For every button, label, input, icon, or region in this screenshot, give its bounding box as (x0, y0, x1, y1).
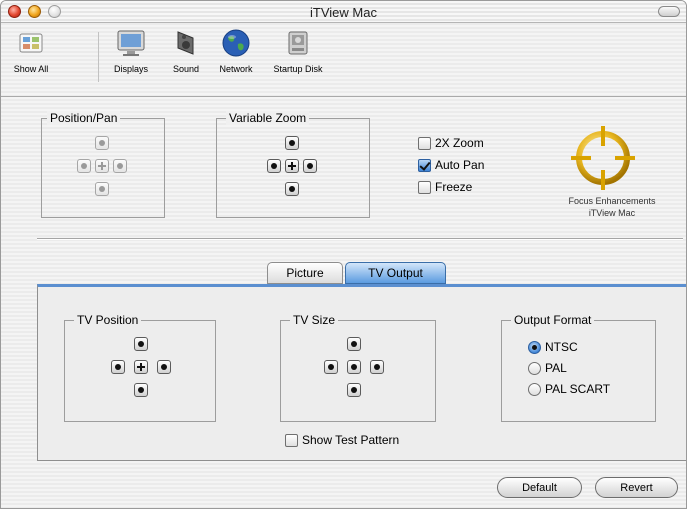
radio-label: PAL (545, 361, 567, 375)
zoom-left-button[interactable] (267, 159, 281, 173)
toolbar-item-startup-disk[interactable]: Startup Disk (263, 26, 333, 74)
radio-unselected (528, 361, 541, 375)
preferences-toolbar: Show All Displays Sound Network Startup … (1, 24, 686, 97)
tv-position-label: TV Position (74, 313, 142, 327)
2x-zoom-checkbox[interactable]: 2X Zoom (418, 136, 484, 150)
toolbar-item-displays[interactable]: Displays (105, 26, 157, 74)
variable-zoom-label: Variable Zoom (226, 111, 310, 125)
toolbar-item-network[interactable]: Network (212, 26, 260, 74)
title-bar: iTView Mac (1, 1, 686, 23)
tv-position-down-button[interactable] (134, 383, 148, 397)
preferences-window: iTView Mac Show All Displays Sound Netwo… (0, 0, 687, 509)
toolbar-label: Sound (172, 64, 200, 74)
tv-size-down-button[interactable] (347, 383, 361, 397)
ntsc-radio[interactable]: NTSC (528, 340, 578, 354)
tv-size-right-button[interactable] (370, 360, 384, 374)
zoom-center-button[interactable] (285, 159, 299, 173)
variable-zoom-group: Variable Zoom (216, 111, 370, 218)
revert-button[interactable]: Revert (595, 477, 678, 498)
pan-down-button[interactable] (95, 182, 109, 196)
hard-disk-icon (281, 26, 315, 60)
output-format-group: Output Format NTSC PAL PAL SCART (501, 313, 656, 422)
radio-selected (528, 340, 541, 354)
pan-right-button[interactable] (113, 159, 127, 173)
show-test-pattern-checkbox[interactable]: Show Test Pattern (285, 433, 399, 447)
pal-radio[interactable]: PAL (528, 361, 567, 375)
toolbar-item-sound[interactable]: Sound (164, 26, 208, 74)
zoom-down-button[interactable] (285, 182, 299, 196)
tv-position-center-button[interactable] (134, 360, 148, 374)
radio-unselected (528, 382, 541, 396)
position-pan-label: Position/Pan (47, 111, 121, 125)
focus-crosshair-logo (567, 122, 639, 194)
tv-size-left-button[interactable] (324, 360, 338, 374)
default-button[interactable]: Default (497, 477, 582, 498)
tv-size-group: TV Size (280, 313, 436, 422)
tv-position-left-button[interactable] (111, 360, 125, 374)
position-pan-group: Position/Pan (41, 111, 165, 218)
toolbar-separator (98, 32, 99, 82)
checkbox-label: Auto Pan (435, 158, 485, 172)
checkbox-label: Show Test Pattern (302, 433, 400, 447)
checkbox-label: 2X Zoom (435, 136, 484, 150)
pan-up-button[interactable] (95, 136, 109, 150)
tv-output-panel: TV Position TV Size Output Format NTSC P… (37, 284, 686, 461)
globe-icon (219, 26, 253, 60)
toolbar-item-show-all[interactable]: Show All (7, 26, 55, 74)
toolbar-label: Show All (13, 64, 49, 74)
zoom-up-button[interactable] (285, 136, 299, 150)
output-format-label: Output Format (511, 313, 595, 327)
apple-show-all-icon (14, 26, 48, 60)
section-divider (37, 238, 683, 240)
toolbar-toggle-button[interactable] (658, 6, 680, 17)
zoom-right-button[interactable] (303, 159, 317, 173)
tab-picture[interactable]: Picture (267, 262, 343, 284)
speaker-icon (169, 26, 203, 60)
tab-tv-output[interactable]: TV Output (345, 262, 446, 284)
display-icon (114, 26, 148, 60)
freeze-checkbox[interactable]: Freeze (418, 180, 472, 194)
auto-pan-checkbox[interactable]: Auto Pan (418, 158, 484, 172)
checkbox-box-checked (418, 158, 431, 172)
window-title: iTView Mac (310, 5, 377, 20)
logo-caption: Focus Enhancements iTView Mac (537, 195, 686, 219)
checkbox-box (418, 136, 431, 150)
pan-center-button[interactable] (95, 159, 109, 173)
tv-size-label: TV Size (290, 313, 339, 327)
checkbox-box (418, 180, 431, 194)
radio-label: NTSC (545, 340, 578, 354)
tv-size-center-button[interactable] (347, 360, 361, 374)
toolbar-label: Startup Disk (273, 64, 323, 74)
checkbox-box (285, 433, 298, 447)
tv-position-up-button[interactable] (134, 337, 148, 351)
radio-label: PAL SCART (545, 382, 611, 396)
checkbox-label: Freeze (435, 180, 473, 194)
pal-scart-radio[interactable]: PAL SCART (528, 382, 610, 396)
toolbar-label: Displays (113, 64, 148, 74)
tv-position-group: TV Position (64, 313, 216, 422)
pan-left-button[interactable] (77, 159, 91, 173)
tv-position-right-button[interactable] (157, 360, 171, 374)
tv-size-up-button[interactable] (347, 337, 361, 351)
logo-line-2: iTView Mac (588, 208, 636, 218)
toolbar-label: Network (219, 64, 253, 74)
logo-line-1: Focus Enhancements (568, 196, 656, 206)
